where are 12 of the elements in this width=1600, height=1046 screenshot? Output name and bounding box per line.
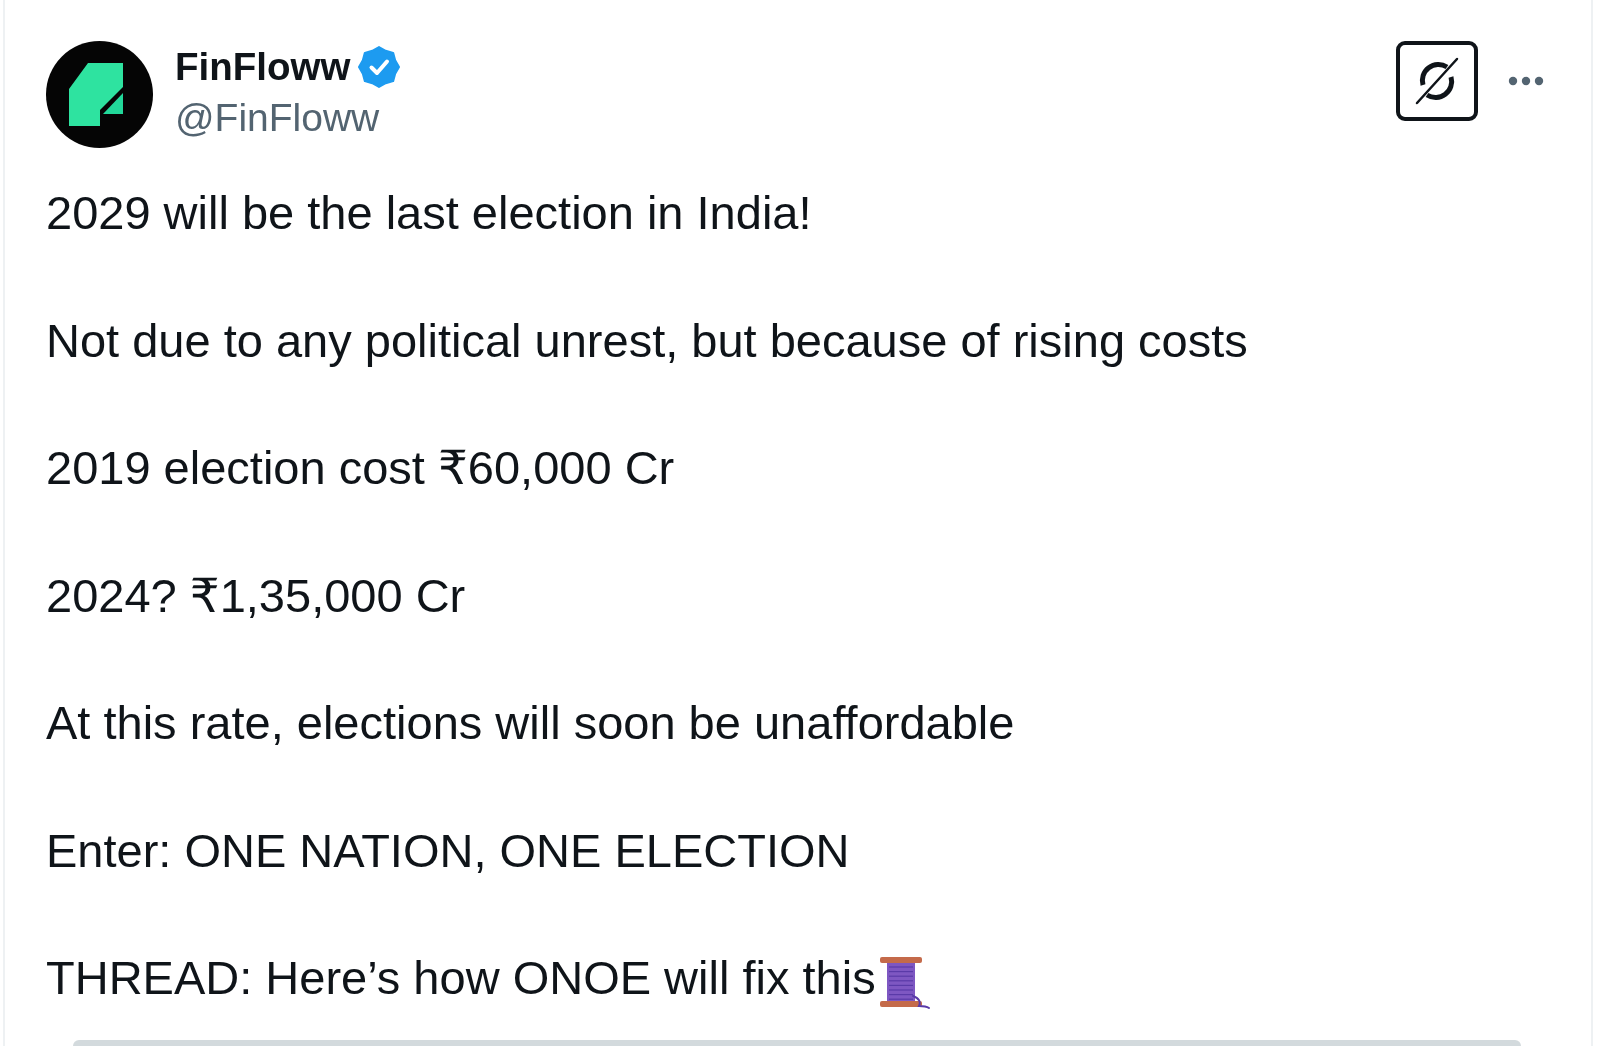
author-name[interactable]: FinFloww: [175, 44, 351, 90]
assistant-button[interactable]: [1396, 41, 1478, 121]
post-text: 2019 election cost ₹60,000 Cr: [46, 440, 676, 496]
post-text: 2024? ₹1,35,000 Cr: [46, 567, 467, 624]
post-text: 2029 will be the last election in India!: [46, 185, 813, 241]
more-button[interactable]: [1508, 76, 1544, 86]
more-icon: [1508, 76, 1544, 86]
author-handle[interactable]: @FinFloww: [175, 95, 401, 141]
post-text: Enter: ONE NATION, ONE ELECTION: [46, 822, 851, 879]
post-text: Not due to any political unrest, but because of rising costs: [46, 312, 1249, 369]
post-text: At this rate, elections will soon be unaffordable: [46, 695, 1016, 751]
post-text: THREAD: Here’s how ONOE will fix this: [46, 950, 876, 1006]
